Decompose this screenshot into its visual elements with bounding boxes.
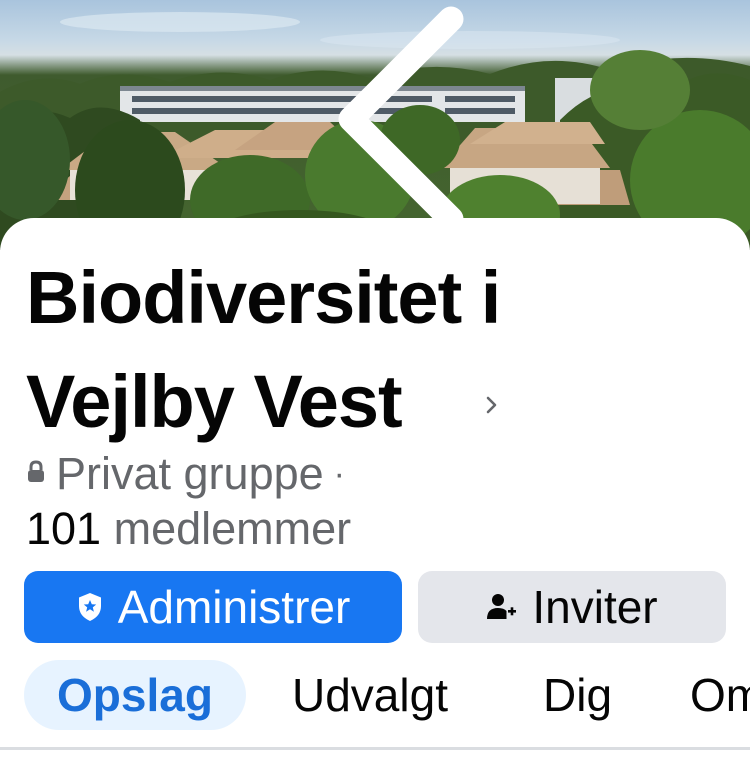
tab-om[interactable]: Om	[690, 660, 750, 730]
group-title[interactable]: Biodiversitet i Vejlby Vest	[26, 246, 546, 454]
member-count[interactable]: 101 medlemmer	[26, 503, 351, 555]
search-button[interactable]	[578, 0, 626, 38]
manage-button-label: Administrer	[117, 581, 351, 633]
invite-button-label: Inviter	[532, 581, 658, 633]
shield-star-icon	[78, 593, 101, 621]
member-count-number: 101	[26, 503, 102, 554]
admin-badge-button[interactable]	[664, 0, 716, 40]
privacy-label: Privat gruppe	[56, 448, 324, 499]
tab-udvalgt[interactable]: Udvalgt	[292, 660, 448, 730]
group-privacy: Privat gruppe ·	[26, 448, 345, 500]
add-person-icon	[487, 594, 517, 619]
back-button[interactable]	[26, 0, 464, 232]
manage-button[interactable]: Administrer	[24, 571, 402, 643]
invite-button[interactable]: Inviter	[418, 571, 726, 643]
privacy-separator: ·	[333, 454, 345, 493]
lock-icon	[28, 460, 44, 482]
tab-opslag[interactable]: Opslag	[24, 660, 246, 730]
member-count-label: medlemmer	[113, 503, 352, 554]
chevron-right-icon[interactable]	[484, 392, 500, 418]
star-badge-icon	[664, 0, 750, 238]
cover-photo[interactable]	[0, 0, 750, 250]
tab-dig[interactable]: Dig	[543, 660, 612, 730]
tabs-divider	[0, 747, 750, 750]
